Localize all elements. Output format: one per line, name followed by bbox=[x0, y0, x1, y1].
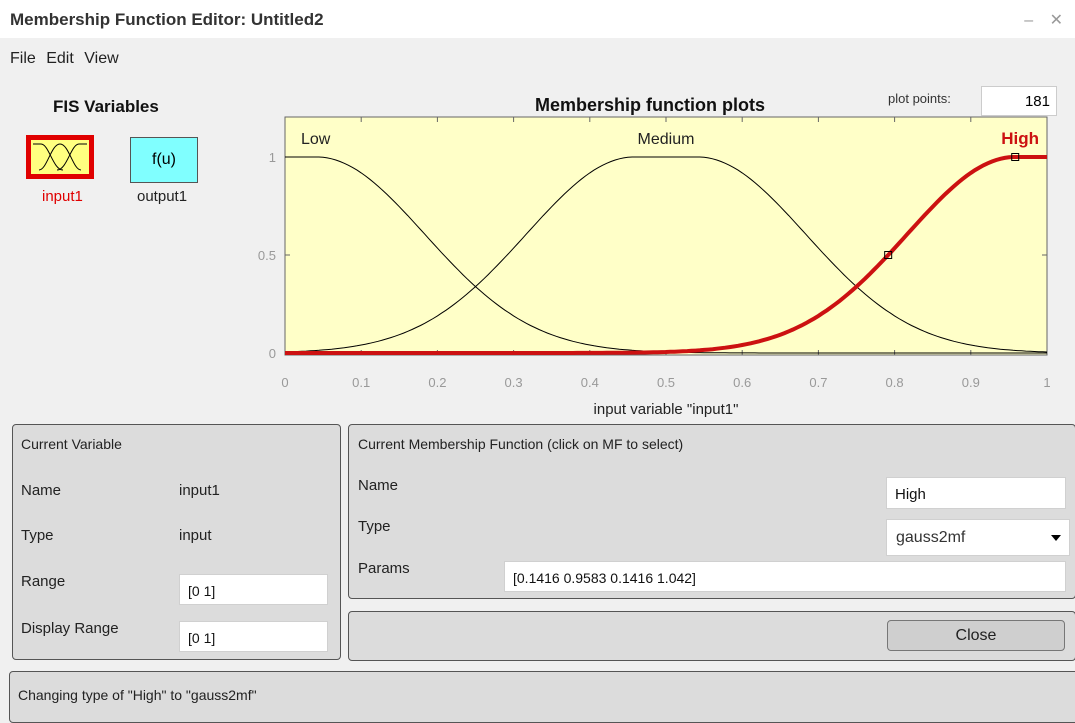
mf-label-low[interactable]: Low bbox=[301, 131, 331, 148]
variable-type-value: input bbox=[179, 527, 212, 544]
status-bar: Changing type of "High" to "gauss2mf" bbox=[9, 671, 1075, 723]
x-axis-label: input variable "input1" bbox=[594, 401, 739, 418]
variable-name-label: Name bbox=[21, 482, 62, 499]
mf-name-input[interactable]: High bbox=[886, 477, 1066, 509]
x-tick-label: 0.4 bbox=[581, 375, 599, 390]
plot-area[interactable] bbox=[284, 116, 1048, 356]
x-tick-label: 0.5 bbox=[657, 375, 675, 390]
close-button-panel: Close bbox=[348, 611, 1075, 661]
x-tick-label: 0.9 bbox=[962, 375, 980, 390]
display-range-input[interactable]: [0 1] bbox=[179, 621, 328, 652]
x-tick-label: 0 bbox=[281, 375, 288, 390]
current-variable-title: Current Variable bbox=[21, 436, 122, 452]
mf-name-label: Name bbox=[358, 477, 399, 494]
status-message: Changing type of "High" to "gauss2mf" bbox=[18, 687, 257, 703]
mf-label-medium[interactable]: Medium bbox=[638, 131, 695, 148]
mf-params-label: Params bbox=[358, 560, 410, 577]
variable-name-value: input1 bbox=[179, 482, 220, 499]
display-range-label: Display Range bbox=[21, 620, 119, 637]
y-tick-label: 1 bbox=[269, 150, 276, 165]
x-tick-label: 0.3 bbox=[505, 375, 523, 390]
current-variable-panel: Current Variable Name input1 Type input … bbox=[12, 424, 341, 660]
x-tick-label: 0.6 bbox=[733, 375, 751, 390]
range-label: Range bbox=[21, 573, 66, 590]
mf-type-dropdown[interactable]: gauss2mf bbox=[886, 519, 1070, 556]
current-mf-panel: Current Membership Function (click on MF… bbox=[348, 424, 1075, 599]
membership-function-plot[interactable]: 0 0.1 0.2 0.3 0.4 0.5 0.6 0.7 0.8 0.9 1 0 0.5 1 Low M… bbox=[0, 0, 1075, 420]
chevron-down-icon bbox=[1051, 535, 1061, 541]
y-tick-label: 0.5 bbox=[258, 248, 276, 263]
x-tick-label: 0.2 bbox=[428, 375, 446, 390]
variable-type-label: Type bbox=[21, 527, 54, 544]
mf-type-label: Type bbox=[358, 518, 391, 535]
y-tick-label: 0 bbox=[269, 346, 276, 361]
mf-label-high[interactable]: High bbox=[1001, 129, 1039, 148]
range-input[interactable]: [0 1] bbox=[179, 574, 328, 605]
x-tick-label: 1 bbox=[1043, 375, 1050, 390]
close-button[interactable]: Close bbox=[887, 620, 1065, 651]
x-tick-label: 0.7 bbox=[809, 375, 827, 390]
mf-type-value: gauss2mf bbox=[896, 529, 966, 546]
current-mf-title: Current Membership Function (click on MF… bbox=[358, 436, 684, 452]
mf-params-input[interactable]: [0.1416 0.9583 0.1416 1.042] bbox=[504, 561, 1066, 592]
x-tick-label: 0.8 bbox=[886, 375, 904, 390]
x-tick-label: 0.1 bbox=[352, 375, 370, 390]
